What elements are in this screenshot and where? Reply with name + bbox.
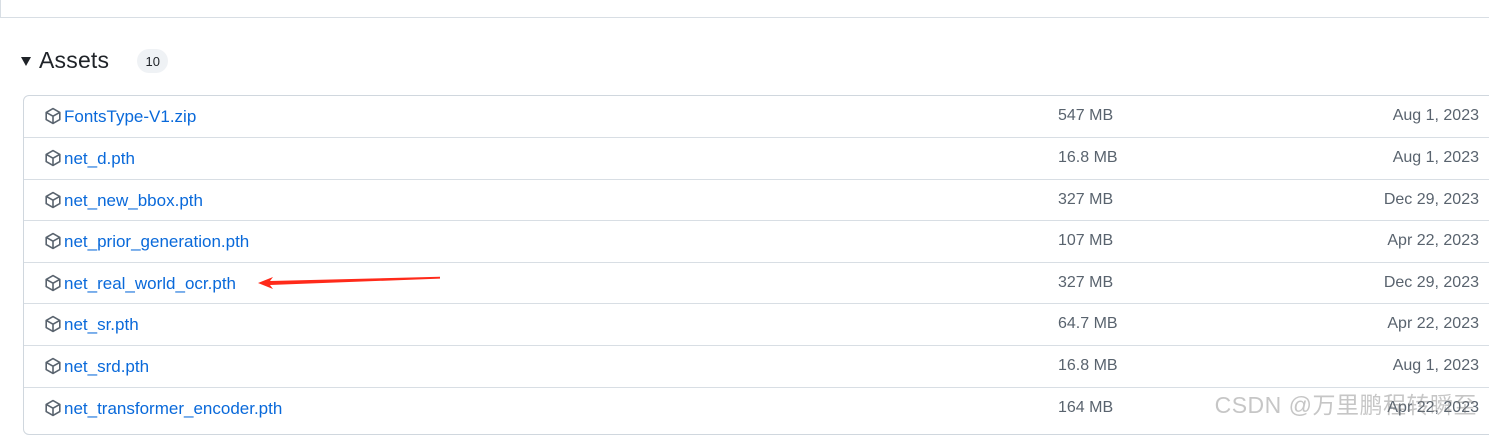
package-icon [45, 274, 61, 292]
asset-link[interactable]: net_new_bbox.pth [64, 191, 203, 211]
asset-date: Dec 29, 2023 [1383, 274, 1479, 291]
asset-row: net_sr.pth 64.7 MB Apr 22, 2023 [24, 303, 1489, 344]
asset-date: Aug 1, 2023 [1392, 107, 1479, 124]
section-divider [0, 17, 1489, 18]
asset-size: 164 MB [1058, 399, 1114, 416]
package-icon [45, 399, 61, 417]
asset-link[interactable]: net_real_world_ocr.pth [64, 274, 236, 294]
asset-list: FontsType-V1.zip 547 MB Aug 1, 2023 net_… [23, 95, 1489, 435]
asset-size: 16.8 MB [1058, 357, 1118, 374]
asset-link[interactable]: FontsType-V1.zip [64, 107, 196, 127]
asset-link[interactable]: net_srd.pth [64, 357, 149, 377]
red-arrow-annotation [258, 276, 440, 289]
asset-row: net_real_world_ocr.pth 327 MB Dec 29, 20… [24, 262, 1489, 303]
left-divider [0, 0, 1, 18]
package-icon [45, 107, 61, 125]
asset-row: FontsType-V1.zip 547 MB Aug 1, 2023 [24, 96, 1489, 137]
asset-row: net_new_bbox.pth 327 MB Dec 29, 2023 [24, 179, 1489, 220]
asset-row: net_prior_generation.pth 107 MB Apr 22, … [24, 220, 1489, 261]
asset-row: net_d.pth 16.8 MB Aug 1, 2023 [24, 137, 1489, 178]
asset-date: Aug 1, 2023 [1392, 149, 1479, 166]
asset-date: Dec 29, 2023 [1383, 191, 1479, 208]
asset-count-badge: 10 [137, 49, 169, 73]
asset-size: 327 MB [1058, 191, 1114, 208]
asset-size: 107 MB [1058, 232, 1114, 249]
csdn-watermark: CSDN @万里鹏程转瞬至 [1214, 392, 1477, 418]
asset-row: net_srd.pth 16.8 MB Aug 1, 2023 [24, 345, 1489, 386]
asset-size: 547 MB [1058, 107, 1114, 124]
assets-header[interactable]: Assets 10 [21, 43, 169, 77]
package-icon [45, 149, 61, 167]
asset-link[interactable]: net_prior_generation.pth [64, 232, 249, 252]
asset-link[interactable]: net_sr.pth [64, 315, 139, 335]
assets-title: Assets [39, 46, 110, 73]
asset-link[interactable]: net_transformer_encoder.pth [64, 399, 282, 419]
package-icon [45, 357, 61, 375]
asset-date: Apr 22, 2023 [1387, 232, 1479, 249]
asset-size: 16.8 MB [1058, 149, 1118, 166]
asset-size: 327 MB [1058, 274, 1114, 291]
triangle-down-icon[interactable] [21, 56, 31, 66]
asset-size: 64.7 MB [1058, 315, 1118, 332]
asset-link[interactable]: net_d.pth [64, 149, 135, 169]
asset-date: Aug 1, 2023 [1392, 357, 1479, 374]
package-icon [45, 191, 61, 209]
package-icon [45, 315, 61, 333]
package-icon [45, 232, 61, 250]
asset-date: Apr 22, 2023 [1387, 315, 1479, 332]
